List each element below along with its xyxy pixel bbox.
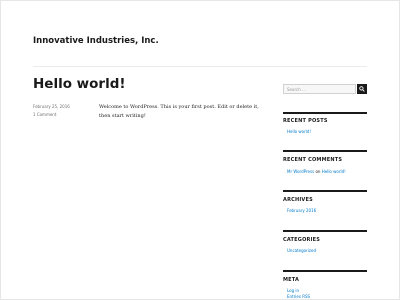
widget-divider [283,150,367,152]
post-title[interactable]: Hello world! [33,76,126,92]
widget-divider [283,112,367,114]
meta-title: META [283,277,300,283]
post-content: Welcome to WordPress. This is your first… [99,104,259,119]
search-icon [359,86,365,92]
site-title[interactable]: Innovative Industries, Inc. [33,36,159,46]
recent-post-link[interactable]: Hello world! [287,129,311,134]
widget-divider [283,190,367,192]
categories-title: CATEGORIES [283,237,321,243]
widget-divider [283,230,367,232]
widget-divider [283,270,367,272]
recent-comments-title: RECENT COMMENTS [283,157,343,163]
search-button[interactable] [357,84,367,94]
header-divider [33,66,367,67]
category-link[interactable]: Uncategorized [287,248,316,253]
recent-comment-item: Mr WordPress on Hello world! [287,169,346,174]
comment-post-link[interactable]: Hello world! [322,169,346,174]
archive-link[interactable]: February 2016 [287,208,316,213]
meta-login-link[interactable]: Log in [287,288,299,293]
search-input[interactable]: Search … [283,84,356,94]
post-comments-link[interactable]: 1 Comment [33,112,56,117]
archives-title: ARCHIVES [283,197,313,203]
comment-on-text: on [315,169,321,174]
recent-posts-title: RECENT POSTS [283,118,328,124]
meta-entries-rss-link[interactable]: Entries RSS [287,294,310,299]
comment-author-link[interactable]: Mr WordPress [287,169,314,174]
post-date[interactable]: February 25, 2016 [33,104,70,109]
